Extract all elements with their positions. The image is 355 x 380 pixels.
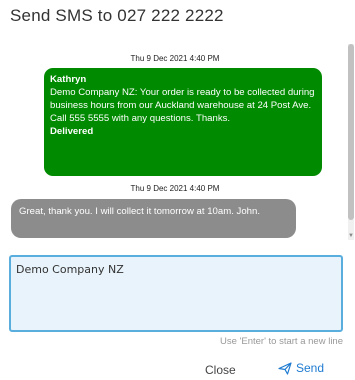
incoming-message-bubble: Great, thank you. I will collect it tomo… xyxy=(11,199,296,238)
scroll-down-arrow-icon[interactable]: ▼ xyxy=(348,232,354,240)
delivery-status: Delivered xyxy=(50,126,94,137)
message-body: Great, thank you. I will collect it tomo… xyxy=(19,206,261,217)
send-button[interactable]: Send xyxy=(278,361,324,375)
message-timestamp: Thu 9 Dec 2021 4:40 PM xyxy=(130,54,220,63)
outgoing-message-bubble: Kathryn Demo Company NZ: Your order is r… xyxy=(44,68,322,176)
send-button-label: Send xyxy=(296,361,325,375)
thread-scrollbar-thumb[interactable] xyxy=(348,44,354,220)
paper-plane-icon xyxy=(278,361,292,375)
close-button[interactable]: Close xyxy=(205,363,236,377)
message-timestamp: Thu 9 Dec 2021 4:40 PM xyxy=(130,184,220,193)
dialog-title: Send SMS to 027 222 2222 xyxy=(10,6,224,25)
message-thread[interactable]: Thu 9 Dec 2021 4:40 PM Kathryn Demo Comp… xyxy=(0,42,355,242)
message-body: Demo Company NZ: Your order is ready to … xyxy=(50,87,315,124)
new-line-hint: Use 'Enter' to start a new line xyxy=(220,336,343,347)
message-sender: Kathryn xyxy=(50,74,87,85)
sms-message-input[interactable]: Demo Company NZ xyxy=(9,255,343,332)
